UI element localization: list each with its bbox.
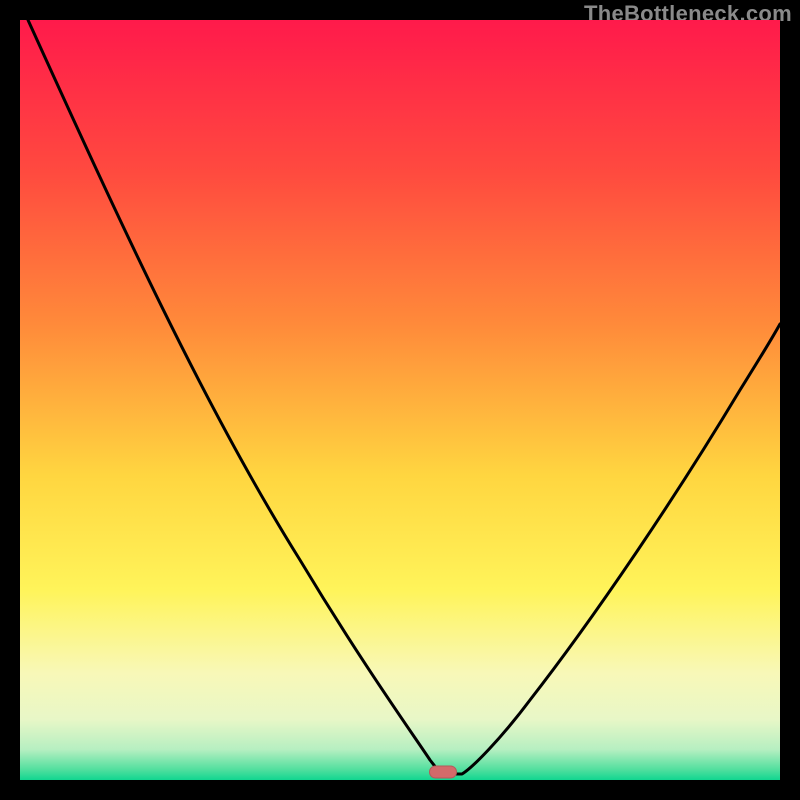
bottleneck-curve [20, 20, 780, 780]
optimal-marker [429, 765, 457, 778]
chart-frame: TheBottleneck.com [0, 0, 800, 800]
plot-area [20, 20, 780, 780]
